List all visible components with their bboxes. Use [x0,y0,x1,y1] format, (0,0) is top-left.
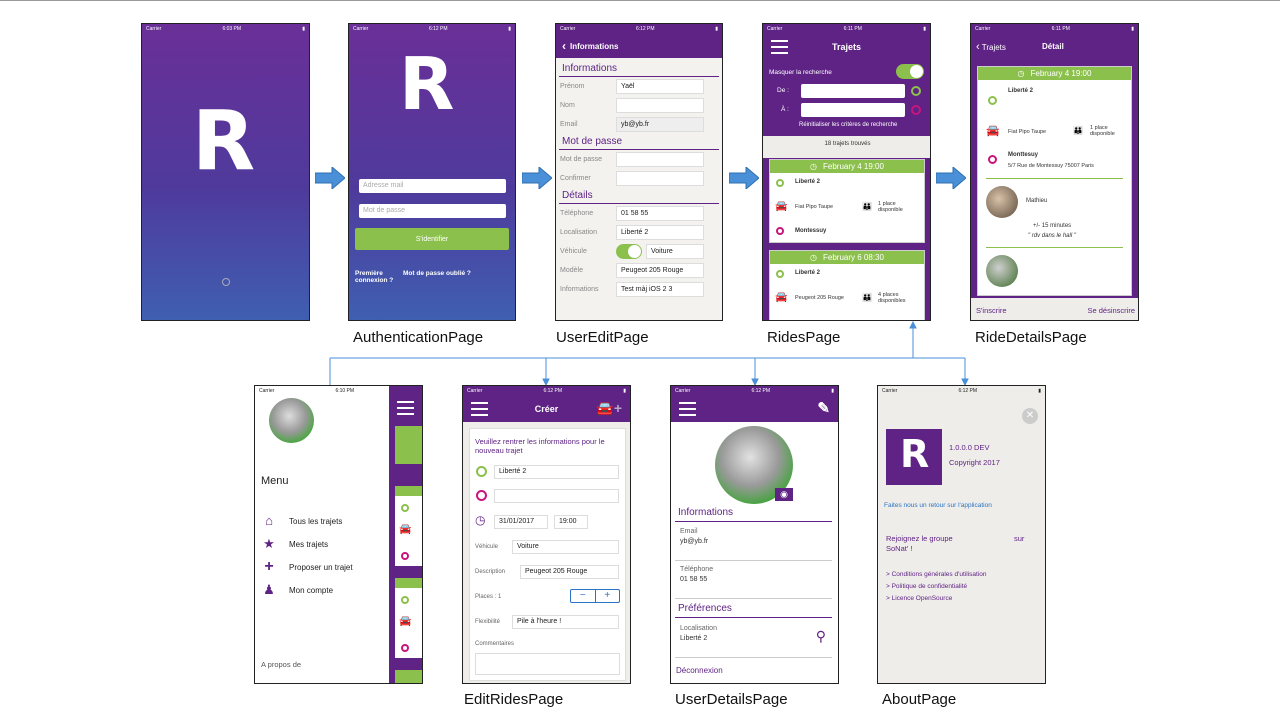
date-input[interactable]: 31/01/2017 [494,515,548,529]
location-pin-icon[interactable]: ⚲ [816,628,826,645]
section-informations: Informations [675,504,832,522]
from-input[interactable]: Liberté 2 [494,465,619,479]
user-details-screen: Carrier 6:12 PM ▮ ✎ ◉ Informations Email y… [670,385,839,684]
app-version: 1.0.0.0 DEV [949,443,990,452]
menu-item-my-rides[interactable]: ★ Mes trajets [261,537,328,551]
home-icon: ⌂ [265,513,273,528]
app-logo: R [886,429,942,485]
camera-icon[interactable]: ◉ [775,488,793,501]
clock-icon: ◷ [475,513,486,527]
feedback-link[interactable]: Faites nous un retour sur l'application [884,502,992,509]
person-icon: ♟ [263,582,275,597]
star-icon: ★ [263,536,275,551]
join-sur: sur [1014,534,1025,543]
rides-preview-strip: 🚘 🚘 [389,386,422,683]
flexibility-input[interactable]: Pile à l'heure ! [512,615,619,629]
status-bar: Carrier 6:12 PM ▮ [467,388,626,394]
create-ride-form: Veuillez rentrer les informations pour l… [469,428,626,681]
logout-link[interactable]: Déconnexion [676,666,723,675]
decrement-button[interactable]: − [571,590,596,602]
nav-title: Créer [534,404,559,414]
join-text: Rejoignez le groupe [886,534,953,543]
menu-item-my-account[interactable]: ♟ Mon compte [261,583,333,597]
description-input[interactable]: Peugeot 205 Rouge [520,565,619,579]
copyright: Copyright 2017 [949,458,1000,467]
form-intro: Veuillez rentrer les informations pour l… [475,437,605,455]
hamburger-menu-icon[interactable] [471,402,488,420]
comments-textarea[interactable] [475,653,620,675]
about-screen: Carrier 6:12 PM ▮ ✕ R 1.0.0.0 DEV Copyrigh… [877,385,1046,684]
close-icon[interactable]: ✕ [1022,408,1038,424]
menu-screen: Carrier6:10 PM▮ Menu ⌂Tous les trajets ★… [254,385,423,684]
status-bar: Carrier 6:12 PM ▮ [675,388,834,394]
to-input[interactable] [494,489,619,503]
privacy-link[interactable]: > Politique de confidentialité [886,583,967,590]
edit-rides-screen: Carrier 6:12 PM ▮ Créer 🚘+ Veuillez rentre… [462,385,631,684]
location-row: Localisation Liberté 2 ⚲ [675,622,832,658]
caption-editrides: EditRidesPage [464,691,564,708]
plus-icon: + [264,558,274,575]
vehicle-input[interactable]: Voiture [512,540,619,554]
caption-userdetails: UserDetailsPage [675,691,788,708]
increment-button[interactable]: + [596,590,620,602]
time-input[interactable]: 19:00 [554,515,588,529]
menu-title: Menu [261,475,289,487]
navigation-connectors [329,320,969,387]
section-preferences: Préférences [675,600,832,618]
join-sonat: SoNat' ! [886,544,913,553]
pencil-icon[interactable]: ✎ [817,399,830,417]
license-link[interactable]: > Licence OpenSource [886,595,952,602]
hamburger-menu-icon[interactable] [679,402,696,420]
phone-row: Téléphone 01 58 55 [675,563,832,599]
places-stepper[interactable]: − + [570,589,620,603]
hamburger-menu-icon[interactable] [397,401,414,419]
add-car-icon[interactable]: 🚘+ [596,400,622,417]
menu-item-all-rides[interactable]: ⌂ Tous les trajets [261,514,342,528]
caption-about: AboutPage [882,691,957,708]
user-avatar [269,398,314,443]
status-bar: Carrier 6:12 PM ▮ [882,388,1041,394]
from-ring-icon [476,466,487,477]
email-row: Email yb@yb.fr [675,525,832,561]
menu-item-propose-ride[interactable]: + Proposer un trajet [261,558,352,575]
navbar: ✎ [671,396,838,422]
to-ring-icon [476,490,487,501]
about-link[interactable]: A propos de [261,660,301,669]
storyboard: Carrier 6:03 PM ▮ R Carrier 6:12 PM ▮ R Adre… [0,0,1280,722]
terms-link[interactable]: > Conditions générales d'utilisation [886,571,986,578]
navbar: Créer 🚘+ [463,396,630,422]
